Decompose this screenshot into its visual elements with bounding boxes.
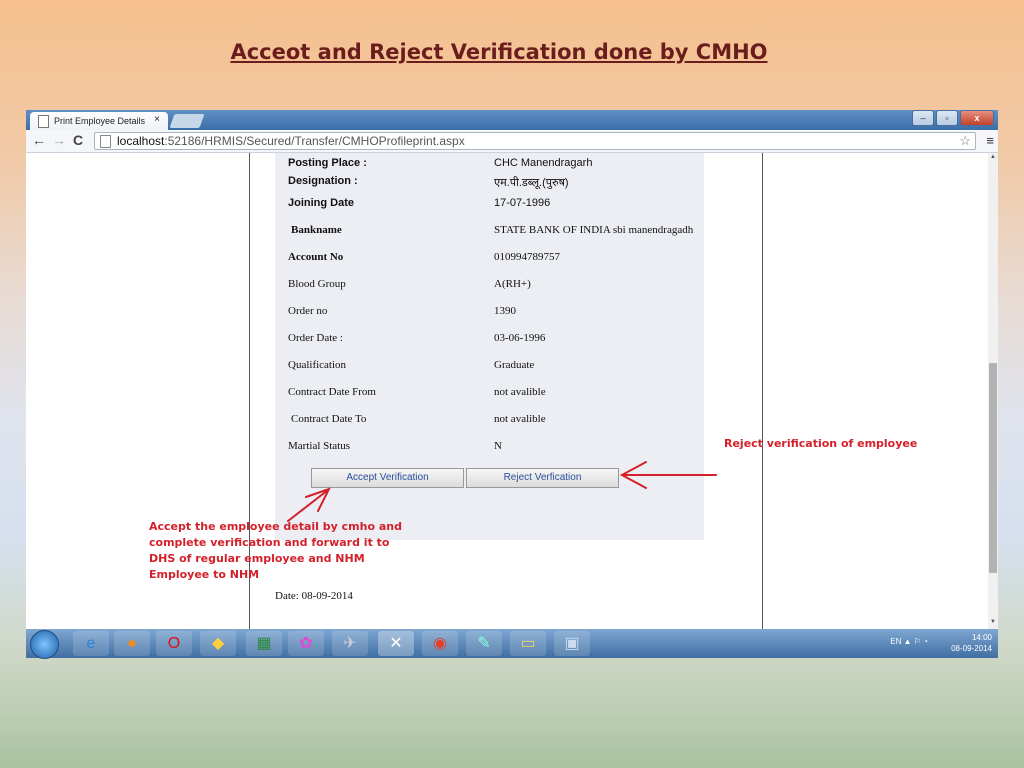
tray-icons[interactable]: EN ▲ ⚐ ◔ [890,637,928,646]
clock-date: 08-09-2014 [951,644,992,653]
field-label: Bankname [291,224,342,236]
tab-title: Print Employee Details [54,116,146,126]
scrollbar[interactable]: ▲ ▼ [988,153,998,629]
page-icon [100,135,111,148]
field-label: Contract Date From [288,386,376,398]
field-value: 03-06-1996 [494,332,546,344]
opera-icon[interactable]: O [156,631,192,656]
field-value: 1390 [494,305,516,317]
field-value: A(RH+) [494,278,531,290]
page-icon [38,114,49,128]
field-value: Graduate [494,359,535,371]
browser-toolbar: ← → C localhost:52186/HRMIS/Secured/Tran… [26,130,998,153]
reload-icon[interactable]: C [73,132,83,148]
field-value: एम.पी.डब्लू.(पुरुष) [494,177,569,189]
field-value: N [494,440,502,452]
field-value: 010994789757 [494,251,560,263]
address-bar[interactable]: localhost:52186/HRMIS/Secured/Transfer/C… [94,132,976,150]
remote-desktop-icon[interactable]: ▣ [554,631,590,656]
accept-annotation: Accept the employee detail by cmho and c… [149,520,402,581]
paint-brush-icon[interactable]: ✎ [466,631,502,656]
bookmark-star-icon[interactable]: ☆ [959,133,971,149]
ie-icon[interactable]: e [73,631,109,656]
tools-icon[interactable]: ✈ [332,631,368,656]
minimize-button[interactable]: – [912,110,934,126]
close-button[interactable]: x [960,110,994,126]
paint-icon[interactable]: ✿ [288,631,324,656]
window-controls: – ▫ x [910,110,994,126]
clock-time: 14:00 [971,633,992,642]
url-host: localhost [117,134,165,148]
clock[interactable]: 14:00 08-09-2014 [951,632,992,654]
restore-button[interactable]: ▫ [936,110,958,126]
field-label: Designation : [288,175,358,187]
slide-title: Acceot and Reject Verification done by C… [230,40,768,64]
field-label: Martial Status [288,440,351,452]
field-label: Qualification [288,359,347,371]
field-value: not avalible [494,413,546,425]
browser-tab[interactable]: Print Employee Details × [30,112,168,130]
network-tool-icon[interactable]: ✕ [378,631,414,656]
language-indicator[interactable]: EN [890,637,901,646]
scroll-thumb[interactable] [989,363,997,573]
explorer-icon[interactable]: ▭ [510,631,546,656]
divider [762,153,763,629]
field-value: 17-07-1996 [494,197,551,209]
url-path: :52186/HRMIS/Secured/Transfer/CMHOProfil… [164,134,465,148]
reject-annotation: Reject verification of employee [724,437,918,450]
media-player-icon[interactable]: ◆ [200,631,236,656]
excel-icon[interactable]: ▦ [246,631,282,656]
field-label: Blood Group [288,278,346,290]
tab-bar: Print Employee Details × – ▫ x [26,110,998,130]
accept-verification-button[interactable]: Accept Verification [311,468,464,488]
taskbar: e ● O ◆ ▦ ✿ ✈ ✕ ◉ ✎ ▭ ▣ EN ▲ ⚐ ◔ 14:00 0… [26,629,998,659]
field-label: Joining Date [288,197,355,209]
new-tab-button[interactable] [169,114,205,128]
menu-icon[interactable]: ≡ [986,133,994,148]
field-label: Order no [288,305,328,317]
scroll-down-icon[interactable]: ▼ [988,619,998,625]
field-value: not avalible [494,386,546,398]
back-icon[interactable]: ← [32,132,46,148]
chrome-icon[interactable]: ◉ [422,631,458,656]
print-date: Date: 08-09-2014 [275,590,353,602]
scroll-up-icon[interactable]: ▲ [988,154,998,160]
field-label: Account No [288,251,344,263]
forward-icon[interactable]: → [52,132,66,148]
field-label: Posting Place : [288,157,367,169]
firefox-icon[interactable]: ● [114,631,150,656]
start-button[interactable] [30,630,59,659]
field-label: Order Date : [288,332,343,344]
field-label: Contract Date To [291,413,367,425]
field-value: STATE BANK OF INDIA sbi manendragadh [494,224,694,236]
field-value: CHC Manendragarh [494,157,593,169]
reject-verification-button[interactable]: Reject Verfication [466,468,619,488]
tab-close-icon[interactable]: × [154,114,160,125]
